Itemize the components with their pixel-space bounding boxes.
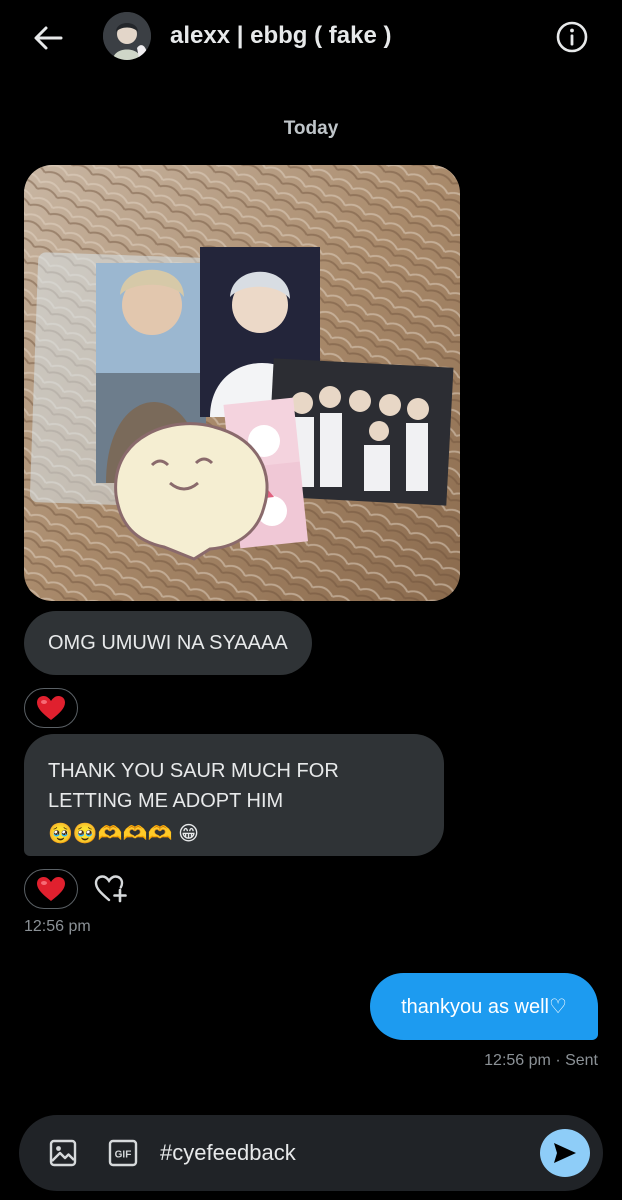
message-bubble-received[interactable]: OMG UMUWI NA SYAAAA	[24, 611, 312, 675]
avatar[interactable]	[103, 12, 151, 60]
message-bubble-sent[interactable]: thankyou as well♡	[370, 973, 598, 1040]
message-timestamp: 12:56 pm	[24, 918, 91, 935]
message-text-line: LETTING ME ADOPT HIM 🥹🥹🫶🫶🫶 😁	[48, 786, 420, 849]
message-photo[interactable]	[24, 165, 460, 601]
photo-image	[24, 165, 460, 601]
add-image-button[interactable]	[45, 1135, 81, 1171]
conversation-title[interactable]: alexx | ebbg ( fake )	[170, 22, 391, 50]
heart-icon	[37, 696, 65, 720]
heart-icon	[37, 877, 65, 901]
send-icon	[554, 1143, 576, 1163]
emoji-text: 🥹🥹🫶🫶🫶 😁	[48, 823, 199, 845]
gif-label: GIF	[115, 1150, 132, 1161]
add-reaction-button[interactable]	[94, 873, 128, 905]
send-button[interactable]	[540, 1129, 590, 1177]
back-button[interactable]	[28, 18, 68, 58]
date-separator: Today	[283, 118, 339, 139]
message-bubble-received[interactable]: THANK YOU SAUR MUCH FOR LETTING ME ADOPT…	[24, 734, 444, 856]
message-input[interactable]	[160, 1136, 520, 1170]
message-status: 12:56 pm · Sent	[484, 1052, 598, 1069]
avatar-image	[103, 12, 151, 60]
reaction-heart[interactable]	[24, 869, 78, 909]
info-circle-icon	[556, 21, 588, 53]
message-text-line: THANK YOU SAUR MUCH FOR	[48, 760, 339, 782]
heart-plus-icon	[94, 875, 127, 903]
arrow-left-icon	[34, 26, 63, 50]
gif-button[interactable]: GIF	[105, 1135, 141, 1171]
info-button[interactable]	[552, 17, 592, 57]
gif-icon: GIF	[108, 1139, 138, 1167]
image-icon	[49, 1139, 77, 1167]
reaction-heart[interactable]	[24, 688, 78, 728]
